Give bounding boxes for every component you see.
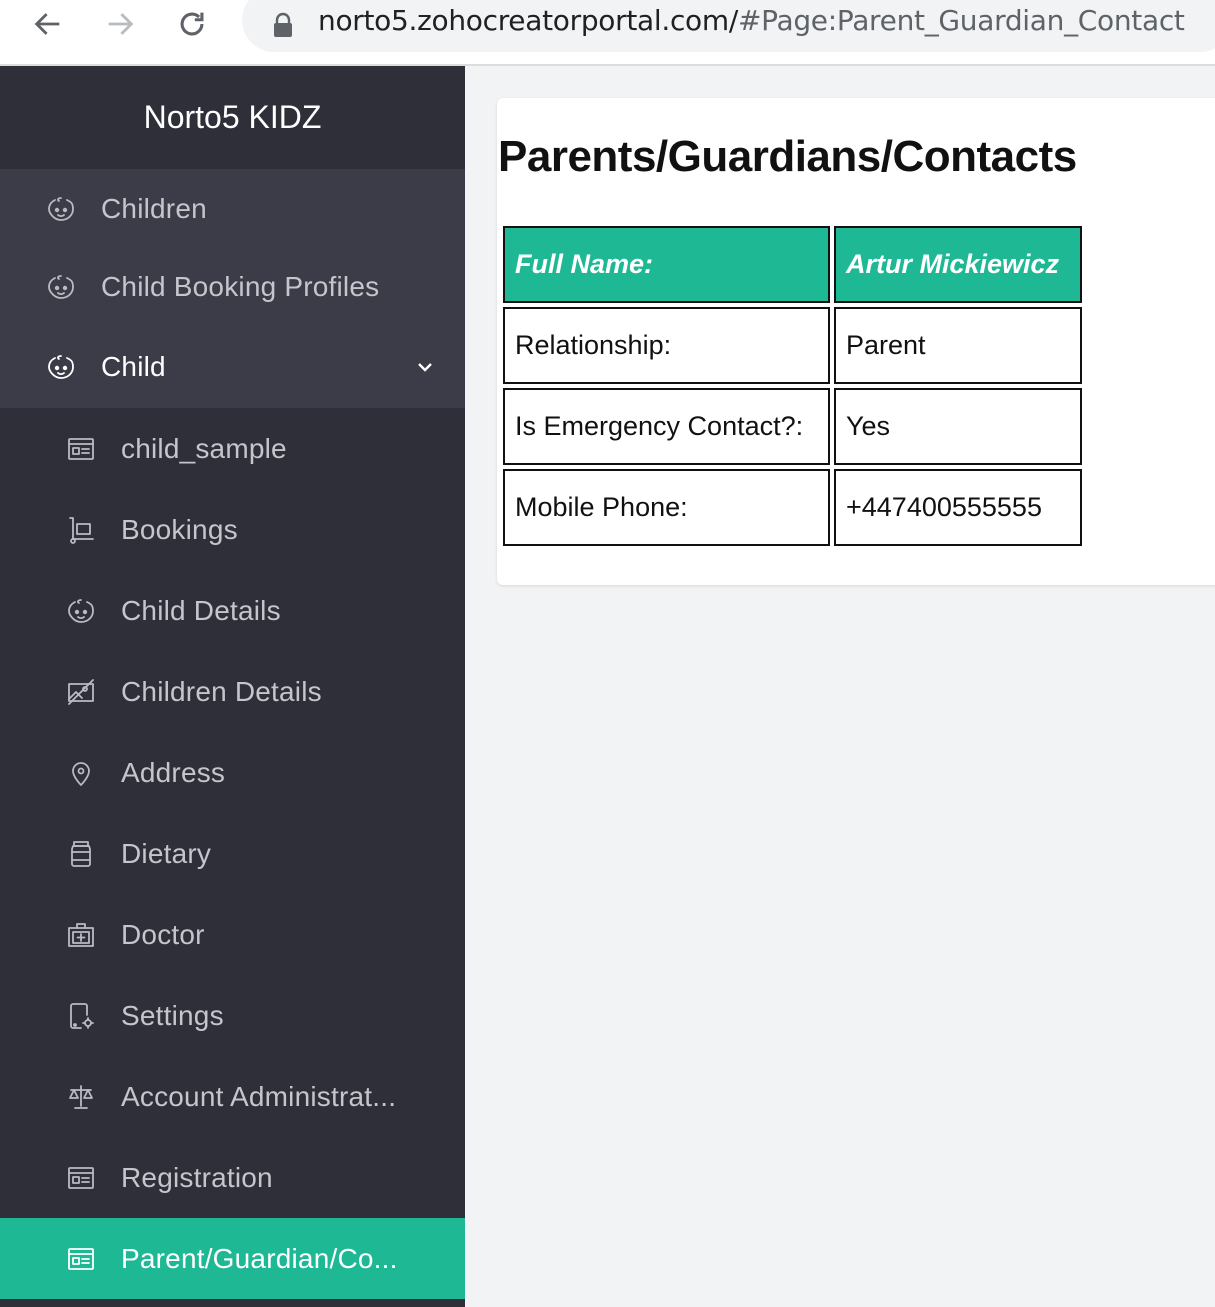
field-value: Parent xyxy=(834,307,1082,384)
lock-icon xyxy=(274,12,292,37)
sidebar-group-children[interactable]: Children xyxy=(0,170,465,248)
sidebar-group-child-booking-profiles[interactable]: Child Booking Profiles xyxy=(0,248,465,326)
forward-arrow-icon xyxy=(108,13,134,35)
sidebar-item-label: Doctor xyxy=(121,918,205,950)
baby-face-icon xyxy=(46,272,76,302)
baby-face-icon xyxy=(46,194,76,224)
field-label: Mobile Phone: xyxy=(503,469,830,546)
table-row: Relationship: Parent xyxy=(503,307,1082,384)
sidebar-item-label: Account Administrat... xyxy=(121,1080,397,1112)
forward-button[interactable] xyxy=(100,4,140,44)
sidebar-group-child[interactable]: Child xyxy=(0,326,465,408)
sidebar-item-children-details[interactable]: Children Details xyxy=(0,651,465,732)
medical-kit-icon xyxy=(66,920,96,950)
contact-details-table: Full Name: Artur Mickiewicz Relationship… xyxy=(499,222,1086,550)
sidebar-item-doctor[interactable]: Doctor xyxy=(0,894,465,975)
app-brand: Norto5 KIDZ xyxy=(0,66,465,170)
baby-face-icon xyxy=(46,352,76,382)
form-icon xyxy=(66,1244,96,1274)
url-host: norto5.zohocreatorportal.com/ xyxy=(318,4,738,37)
sidebar-item-bookings[interactable]: Bookings xyxy=(0,489,465,570)
trolley-icon xyxy=(66,515,96,545)
map-pin-icon xyxy=(66,758,96,788)
sidebar-item-label: Dietary xyxy=(121,837,212,869)
table-row: Is Emergency Contact?: Yes xyxy=(503,388,1082,465)
field-value: +447400555555 xyxy=(834,469,1082,546)
chevron-down-icon[interactable] xyxy=(413,355,437,379)
sidebar-item-label: Settings xyxy=(121,999,224,1031)
sidebar-group-label: Child xyxy=(101,351,166,382)
url-fragment: #Page:Parent_Guardian_Contact xyxy=(737,4,1185,37)
field-label: Relationship: xyxy=(503,307,830,384)
sidebar-item-registration[interactable]: Registration xyxy=(0,1137,465,1218)
url-text[interactable]: norto5.zohocreatorportal.com/#Page:Paren… xyxy=(318,4,1185,37)
sidebar-item-account-administration[interactable]: Account Administrat... xyxy=(0,1056,465,1137)
content-card: Parents/Guardians/Contacts Full Name: Ar… xyxy=(497,98,1215,585)
field-label: Full Name: xyxy=(503,226,830,303)
sidebar-item-label: Children Details xyxy=(121,675,322,707)
back-button[interactable] xyxy=(28,4,68,44)
table-row: Full Name: Artur Mickiewicz xyxy=(503,226,1082,303)
reload-button[interactable] xyxy=(172,4,212,44)
sidebar-item-label: Bookings xyxy=(121,513,238,545)
page-title: Parents/Guardians/Contacts xyxy=(498,132,1077,181)
sidebar-item-label: child_sample xyxy=(121,432,287,464)
back-arrow-icon xyxy=(34,13,60,35)
sidebar-item-label: Parent/Guardian/Co... xyxy=(121,1242,398,1274)
table-row: Mobile Phone: +447400555555 xyxy=(503,469,1082,546)
scales-icon xyxy=(66,1082,96,1112)
sidebar-group-label: Children xyxy=(101,193,207,224)
sidebar: Norto5 KIDZ Children Child Booking Profi… xyxy=(0,66,465,1307)
sidebar-item-settings[interactable]: Settings xyxy=(0,975,465,1056)
sidebar-group-label: Child Booking Profiles xyxy=(101,271,380,302)
sidebar-item-label: Address xyxy=(121,756,226,788)
sidebar-item-child-details[interactable]: Child Details xyxy=(0,570,465,651)
device-settings-icon xyxy=(66,1001,96,1031)
field-value: Artur Mickiewicz xyxy=(834,226,1082,303)
form-icon xyxy=(66,1163,96,1193)
sidebar-item-label: Child Details xyxy=(121,594,281,626)
field-value: Yes xyxy=(834,388,1082,465)
reload-icon xyxy=(180,12,204,36)
form-icon xyxy=(66,434,96,464)
baby-face-icon xyxy=(66,596,96,626)
sidebar-item-dietary[interactable]: Dietary xyxy=(0,813,465,894)
sidebar-item-parent-guardian-contact[interactable]: Parent/Guardian/Co... xyxy=(0,1218,465,1299)
field-label: Is Emergency Contact?: xyxy=(503,388,830,465)
sidebar-item-child-sample[interactable]: child_sample xyxy=(0,408,465,489)
sidebar-item-address[interactable]: Address xyxy=(0,732,465,813)
sidebar-item-label: Registration xyxy=(121,1161,273,1193)
browser-toolbar: norto5.zohocreatorportal.com/#Page:Paren… xyxy=(0,0,1215,66)
jar-icon xyxy=(66,839,96,869)
image-off-icon xyxy=(66,677,96,707)
